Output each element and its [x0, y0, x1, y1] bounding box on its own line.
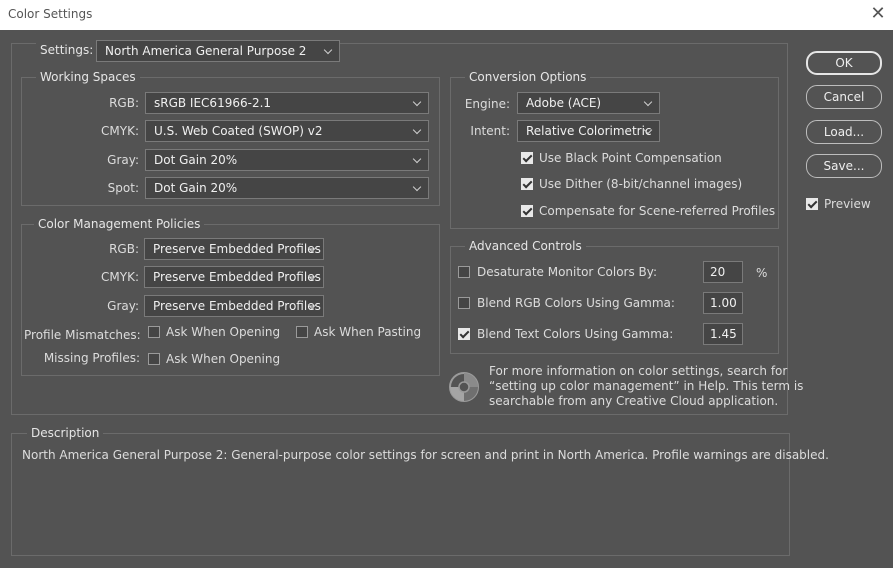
chevron-down-icon — [308, 239, 318, 259]
mismatch-ask-opening-label: Ask When Opening — [166, 325, 281, 339]
ws-rgb-dropdown[interactable]: sRGB IEC61966-2.1 — [145, 92, 429, 114]
black-point-label: Use Black Point Compensation — [539, 151, 722, 165]
intent-value: Relative Colorimetric — [526, 124, 652, 138]
missing-ask-opening-checkbox[interactable] — [148, 353, 160, 365]
chevron-down-icon — [324, 41, 334, 61]
desaturate-checkbox[interactable] — [458, 266, 470, 278]
intent-label: Intent: — [470, 124, 510, 138]
blend-rgb-label: Blend RGB Colors Using Gamma: — [477, 296, 675, 310]
blend-text-checkbox[interactable] — [458, 328, 470, 340]
ok-button[interactable]: OK — [806, 51, 882, 75]
chevron-down-icon — [308, 267, 318, 287]
info-line-1: For more information on color settings, … — [489, 364, 788, 378]
preview-label: Preview — [824, 197, 871, 211]
missing-ask-opening-label: Ask When Opening — [166, 352, 281, 366]
ws-gray-value: Dot Gain 20% — [154, 153, 238, 167]
window-title: Color Settings — [8, 7, 93, 21]
ws-spot-dropdown[interactable]: Dot Gain 20% — [145, 177, 429, 199]
black-point-checkbox[interactable] — [521, 152, 533, 164]
chevron-down-icon — [644, 121, 654, 141]
chevron-down-icon — [308, 296, 318, 316]
desaturate-label: Desaturate Monitor Colors By: — [477, 265, 658, 279]
ws-gray-dropdown[interactable]: Dot Gain 20% — [145, 149, 429, 171]
ws-rgb-value: sRGB IEC61966-2.1 — [154, 96, 272, 110]
pol-cmyk-label: CMYK: — [101, 270, 139, 284]
working-spaces-title: Working Spaces — [36, 70, 140, 84]
conversion-title: Conversion Options — [465, 70, 591, 84]
info-line-2: “setting up color management” in Help. T… — [489, 379, 804, 393]
pol-gray-label: Gray: — [107, 299, 139, 313]
engine-label: Engine: — [464, 97, 510, 111]
pol-gray-value: Preserve Embedded Profiles — [153, 299, 321, 313]
settings-dropdown[interactable]: North America General Purpose 2 — [96, 40, 340, 62]
intent-dropdown[interactable]: Relative Colorimetric — [517, 120, 660, 142]
ws-gray-label: Gray: — [107, 153, 139, 167]
settings-value: North America General Purpose 2 — [105, 44, 307, 58]
profile-mismatches-label: Profile Mismatches: — [24, 328, 141, 342]
mismatch-ask-pasting-label: Ask When Pasting — [314, 325, 422, 339]
chevron-down-icon — [644, 93, 654, 113]
description-title: Description — [27, 426, 104, 440]
desaturate-unit: % — [756, 266, 768, 280]
ws-spot-label: Spot: — [107, 181, 139, 195]
pol-rgb-label: RGB: — [109, 242, 139, 256]
load-button[interactable]: Load... — [806, 120, 882, 144]
pol-rgb-value: Preserve Embedded Profiles — [153, 242, 321, 256]
blend-rgb-checkbox[interactable] — [458, 297, 470, 309]
chevron-down-icon — [413, 178, 423, 198]
settings-label: Settings: — [36, 43, 98, 57]
ws-rgb-label: RGB: — [109, 96, 139, 110]
mismatch-ask-opening-checkbox[interactable] — [148, 326, 160, 338]
close-icon[interactable]: ✕ — [868, 4, 888, 24]
pol-cmyk-value: Preserve Embedded Profiles — [153, 270, 321, 284]
ws-spot-value: Dot Gain 20% — [154, 181, 238, 195]
cancel-button[interactable]: Cancel — [806, 85, 882, 109]
info-line-3: searchable from any Creative Cloud appli… — [489, 394, 779, 408]
color-wheel-icon — [447, 370, 481, 404]
advanced-title: Advanced Controls — [465, 239, 586, 253]
scene-referred-label: Compensate for Scene-referred Profiles — [539, 204, 776, 218]
ws-cmyk-dropdown[interactable]: U.S. Web Coated (SWOP) v2 — [145, 120, 429, 142]
engine-value: Adobe (ACE) — [526, 96, 602, 110]
info-text: For more information on color settings, … — [489, 364, 803, 409]
dither-label: Use Dither (8-bit/channel images) — [539, 177, 743, 191]
dither-checkbox[interactable] — [521, 178, 533, 190]
ws-cmyk-value: U.S. Web Coated (SWOP) v2 — [154, 124, 323, 138]
chevron-down-icon — [413, 150, 423, 170]
pol-gray-dropdown[interactable]: Preserve Embedded Profiles — [144, 295, 324, 317]
ws-cmyk-label: CMYK: — [101, 124, 139, 138]
chevron-down-icon — [413, 121, 423, 141]
preview-checkbox[interactable] — [806, 198, 818, 210]
blend-rgb-input[interactable]: 1.00 — [703, 292, 743, 314]
policies-title: Color Management Policies — [34, 217, 205, 231]
desaturate-input[interactable]: 20 — [703, 261, 743, 283]
blend-text-input[interactable]: 1.45 — [703, 323, 743, 345]
missing-profiles-label: Missing Profiles: — [43, 351, 140, 365]
chevron-down-icon — [413, 93, 423, 113]
description-text: North America General Purpose 2: General… — [22, 448, 829, 462]
blend-text-label: Blend Text Colors Using Gamma: — [477, 327, 674, 341]
title-bar: Color Settings ✕ — [0, 0, 893, 30]
pol-cmyk-dropdown[interactable]: Preserve Embedded Profiles — [144, 266, 324, 288]
mismatch-ask-pasting-checkbox[interactable] — [296, 326, 308, 338]
save-button[interactable]: Save... — [806, 154, 882, 178]
scene-referred-checkbox[interactable] — [521, 205, 533, 217]
engine-dropdown[interactable]: Adobe (ACE) — [517, 92, 660, 114]
pol-rgb-dropdown[interactable]: Preserve Embedded Profiles — [144, 238, 324, 260]
